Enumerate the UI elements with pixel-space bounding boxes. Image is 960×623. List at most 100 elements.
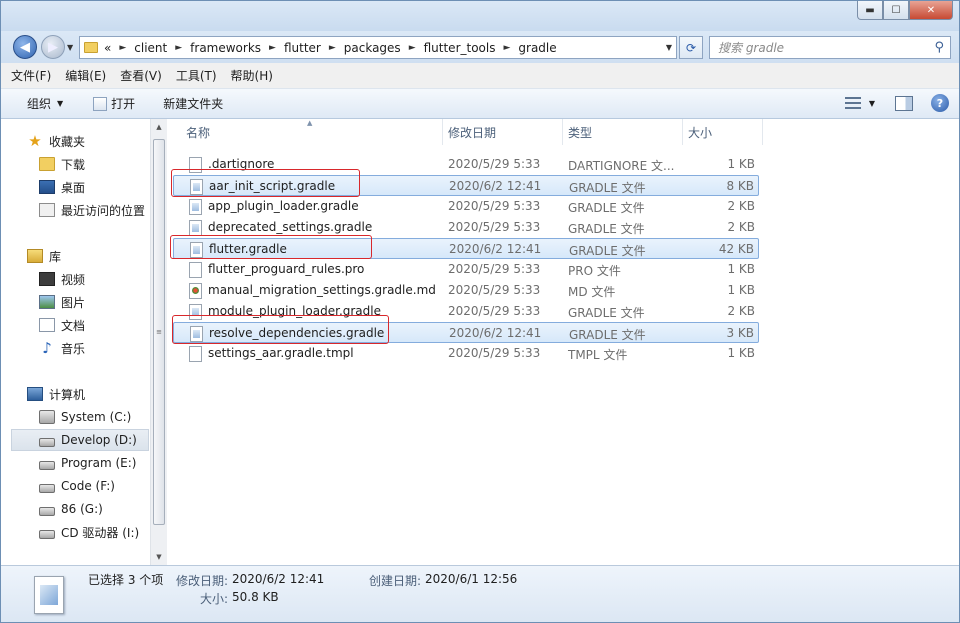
column-label: 修改日期 — [448, 125, 497, 140]
new-folder-button[interactable]: 新建文件夹 — [163, 95, 223, 112]
file-name: deprecated_settings.gradle — [208, 220, 373, 234]
address-dropdown-icon[interactable]: ▼ — [666, 43, 672, 52]
file-name: manual_migration_settings.gradle.md — [208, 283, 436, 297]
search-placeholder: 搜索 gradle — [718, 41, 785, 55]
column-label: 类型 — [568, 125, 593, 140]
file-type: TMPL 文件 — [568, 348, 628, 362]
chevron-down-icon[interactable]: ▼ — [869, 99, 875, 108]
breadcrumb-gradle[interactable]: gradle — [518, 41, 556, 55]
file-size: 1 KB — [727, 157, 755, 171]
search-input[interactable]: 搜索 gradle ⚲ — [709, 36, 951, 59]
created-label: 创建日期: — [369, 574, 422, 588]
recent-pages-dropdown-icon[interactable]: ▼ — [67, 43, 73, 52]
gradle-file-icon — [34, 576, 64, 614]
view-controls: ▼ ? — [843, 94, 949, 112]
address-bar[interactable]: « ► client ► frameworks ► flutter ► pack… — [79, 36, 677, 59]
breadcrumb-overflow[interactable]: « — [104, 41, 111, 55]
column-header-name[interactable]: 名称 — [168, 119, 443, 145]
file-type: DARTIGNORE 文... — [568, 159, 675, 173]
scroll-up-icon[interactable]: ▲ — [151, 119, 167, 135]
file-size: 2 KB — [727, 304, 755, 318]
menu-help[interactable]: 帮助(H) — [231, 67, 273, 84]
view-options-icon[interactable] — [843, 94, 863, 112]
file-type: GRADLE 文件 — [569, 181, 646, 195]
column-header-size[interactable]: 大小 — [683, 119, 763, 145]
file-type: PRO 文件 — [568, 264, 621, 278]
chevron-right-icon[interactable]: ► — [119, 43, 126, 53]
file-list: ▲ 名称 修改日期 类型 大小 .dartignore 2020/5/29 5:3… — [168, 119, 959, 565]
address-row: ◀ ▶ ▼ « ► client ► frameworks ► flutter … — [1, 31, 959, 63]
scroll-thumb[interactable]: ≡ — [153, 139, 165, 525]
cd-drive-icon — [39, 529, 55, 539]
preview-pane-icon[interactable] — [895, 95, 913, 111]
file-row[interactable]: settings_aar.gradle.tmpl 2020/5/29 5:33 TM… — [173, 343, 759, 364]
file-date: 2020/6/2 12:41 — [449, 326, 542, 340]
nav-scrollbar[interactable]: ▲ ≡ ▼ — [150, 119, 167, 565]
breadcrumb-frameworks[interactable]: frameworks — [190, 41, 261, 55]
file-row[interactable]: app_plugin_loader.gradle 2020/5/29 5:33 GR… — [173, 196, 759, 217]
breadcrumb-flutter[interactable]: flutter — [284, 41, 321, 55]
nav-label: Develop (D:) — [61, 433, 137, 447]
menu-file[interactable]: 文件(F) — [11, 67, 51, 84]
nav-label: 库 — [49, 249, 62, 264]
nav-label: 桌面 — [61, 180, 86, 195]
navigation-pane: ★ 收藏夹 下载 桌面 最近访问的位置 库 视频 图片 文档 ♪ 音乐 计算机 … — [1, 119, 167, 565]
chevron-right-icon[interactable]: ► — [269, 43, 276, 53]
breadcrumb: « ► client ► frameworks ► flutter ► pack… — [104, 41, 557, 55]
desktop-icon — [39, 180, 55, 194]
file-row[interactable]: flutter_proguard_rules.pro 2020/5/29 5:33… — [173, 259, 759, 280]
open-button[interactable]: 打开 — [93, 95, 135, 112]
menu-edit[interactable]: 编辑(E) — [65, 67, 106, 84]
file-size: 1 KB — [727, 262, 755, 276]
nav-label: 计算机 — [49, 387, 86, 402]
file-size: 42 KB — [718, 242, 754, 256]
close-button[interactable]: ✕ — [909, 1, 953, 20]
chevron-right-icon[interactable]: ► — [175, 43, 182, 53]
menu-tools[interactable]: 工具(T) — [176, 67, 217, 84]
breadcrumb-client[interactable]: client — [134, 41, 167, 55]
organize-label: 组织 — [27, 97, 52, 111]
chevron-right-icon[interactable]: ► — [503, 43, 510, 53]
file-type: MD 文件 — [568, 285, 616, 299]
organize-button[interactable]: 组织 ▼ — [27, 95, 63, 112]
menu-bar: 文件(F) 编辑(E) 查看(V) 工具(T) 帮助(H) — [1, 63, 959, 89]
forward-button[interactable]: ▶ — [41, 35, 65, 59]
music-icon: ♪ — [42, 339, 52, 357]
recent-places-icon — [39, 203, 55, 217]
refresh-button[interactable]: ⟳ — [679, 36, 703, 59]
file-row[interactable]: manual_migration_settings.gradle.md 2020/… — [173, 280, 759, 301]
file-size: 8 KB — [726, 179, 754, 193]
blank-file-icon — [189, 346, 202, 362]
maximize-button[interactable]: ☐ — [883, 1, 909, 20]
nav-label: 音乐 — [61, 341, 86, 356]
breadcrumb-flutter-tools[interactable]: flutter_tools — [424, 41, 496, 55]
chevron-right-icon[interactable]: ► — [329, 43, 336, 53]
chevron-down-icon: ▼ — [57, 99, 64, 108]
chevron-right-icon[interactable]: ► — [409, 43, 416, 53]
nav-label: 86 (G:) — [61, 502, 103, 516]
back-button[interactable]: ◀ — [13, 35, 37, 59]
download-folder-icon — [39, 157, 55, 171]
breadcrumb-packages[interactable]: packages — [344, 41, 401, 55]
picture-icon — [39, 295, 55, 309]
title-bar: ▬ ☐ ✕ — [1, 1, 959, 31]
minimize-button[interactable]: ▬ — [857, 1, 883, 20]
nav-label: 视频 — [61, 272, 86, 287]
file-size: 1 KB — [727, 346, 755, 360]
drive-icon — [39, 460, 55, 470]
highlight-box — [172, 315, 389, 344]
drive-icon — [39, 483, 55, 493]
column-header-type[interactable]: 类型 — [563, 119, 683, 145]
menu-view[interactable]: 查看(V) — [120, 67, 162, 84]
column-label: 大小 — [688, 125, 713, 140]
scroll-down-icon[interactable]: ▼ — [151, 549, 167, 565]
system-drive-icon — [39, 410, 55, 424]
column-header-date[interactable]: 修改日期 — [443, 119, 563, 145]
file-size: 3 KB — [726, 326, 754, 340]
nav-label: CD 驱动器 (I:) — [61, 525, 140, 540]
nav-drive-d[interactable]: Develop (D:) — [11, 429, 149, 451]
size-value: 50.8 KB — [232, 590, 279, 604]
search-icon[interactable]: ⚲ — [934, 40, 944, 55]
file-name: settings_aar.gradle.tmpl — [208, 346, 354, 360]
help-icon[interactable]: ? — [931, 94, 949, 112]
